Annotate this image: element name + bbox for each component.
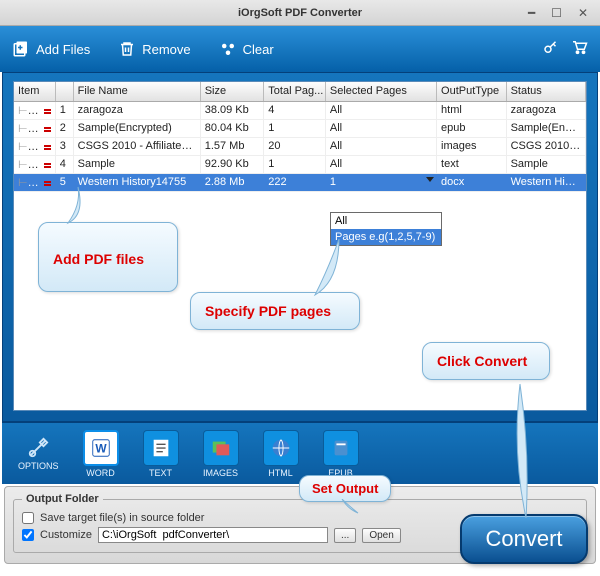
col-icon[interactable]: [56, 82, 74, 101]
pdf-icon: [42, 159, 53, 172]
output-folder-legend: Output Folder: [22, 493, 103, 505]
options-button[interactable]: Options: [18, 437, 59, 471]
table-row[interactable]: ⊢1zaragoza38.09 Kb4Allhtmlzaragoza: [14, 102, 586, 120]
svg-text:W: W: [95, 441, 107, 455]
save-in-source-label: Save target file(s) in source folder: [40, 512, 204, 524]
clear-button[interactable]: Clear: [219, 40, 274, 58]
format-word[interactable]: W WORD: [83, 430, 119, 478]
chevron-down-icon[interactable]: [426, 177, 434, 182]
text-icon: [150, 437, 172, 459]
callout-click-convert: Click Convert: [422, 342, 550, 380]
epub-icon: [330, 437, 352, 459]
html-icon: [270, 437, 292, 459]
callout-set-output: Set Output: [299, 475, 391, 502]
format-images[interactable]: IMAGES: [203, 430, 239, 478]
images-icon: [210, 437, 232, 459]
open-button[interactable]: Open: [362, 528, 400, 543]
main-toolbar: Add Files Remove Clear: [0, 26, 600, 72]
col-totalpages[interactable]: Total Pag...: [264, 82, 326, 101]
dropdown-option-all[interactable]: All: [331, 213, 441, 229]
content-area: Item File Name Size Total Pag... Selecte…: [2, 72, 598, 422]
customize-label: Customize: [40, 529, 92, 541]
callout-specify-pages: Specify PDF pages: [190, 292, 360, 330]
col-item[interactable]: Item: [14, 82, 56, 101]
table-row[interactable]: ⊢5Western History147552.88 Mb2221docxWes…: [14, 174, 586, 192]
convert-callout-tail: [500, 382, 540, 522]
clear-icon: [219, 40, 237, 58]
save-in-source-checkbox[interactable]: [22, 512, 34, 524]
app-title: iOrgSoft PDF Converter: [238, 7, 362, 19]
table-row[interactable]: ⊢3CSGS 2010 - Affiliates_D...1.57 Mb20Al…: [14, 138, 586, 156]
maximize-button[interactable]: ☐: [547, 6, 566, 20]
callout-add-files: Add PDF files: [38, 222, 178, 292]
minimize-button[interactable]: ━: [524, 6, 539, 20]
remove-button[interactable]: Remove: [118, 40, 190, 58]
browse-button[interactable]: ...: [334, 528, 356, 543]
format-epub[interactable]: EPUB: [323, 430, 359, 478]
cart-icon[interactable]: [570, 38, 588, 61]
col-filename[interactable]: File Name: [74, 82, 201, 101]
close-button[interactable]: ✕: [574, 6, 592, 20]
trash-icon: [118, 40, 136, 58]
grid-header: Item File Name Size Total Pag... Selecte…: [14, 82, 586, 102]
add-files-icon: [12, 40, 30, 58]
col-outputtype[interactable]: OutPutType: [437, 82, 507, 101]
options-icon: [27, 437, 49, 459]
pdf-icon: [42, 141, 53, 154]
customize-checkbox[interactable]: [22, 529, 34, 541]
add-files-button[interactable]: Add Files: [12, 40, 90, 58]
pdf-icon: [42, 105, 53, 118]
pdf-icon: [42, 177, 53, 190]
file-grid: Item File Name Size Total Pag... Selecte…: [13, 81, 587, 411]
table-row[interactable]: ⊢4Sample92.90 Kb1AlltextSample: [14, 156, 586, 174]
pdf-icon: [42, 123, 53, 136]
output-path-input[interactable]: [98, 527, 328, 543]
word-icon: W: [90, 437, 112, 459]
format-text[interactable]: TEXT: [143, 430, 179, 478]
col-selectedpages[interactable]: Selected Pages: [326, 82, 437, 101]
col-status[interactable]: Status: [507, 82, 586, 101]
key-icon[interactable]: [542, 38, 560, 61]
titlebar: iOrgSoft PDF Converter ━ ☐ ✕: [0, 0, 600, 26]
format-html[interactable]: HTML: [263, 430, 299, 478]
table-row[interactable]: ⊢2Sample(Encrypted)80.04 Kb1AllepubSampl…: [14, 120, 586, 138]
col-size[interactable]: Size: [201, 82, 265, 101]
